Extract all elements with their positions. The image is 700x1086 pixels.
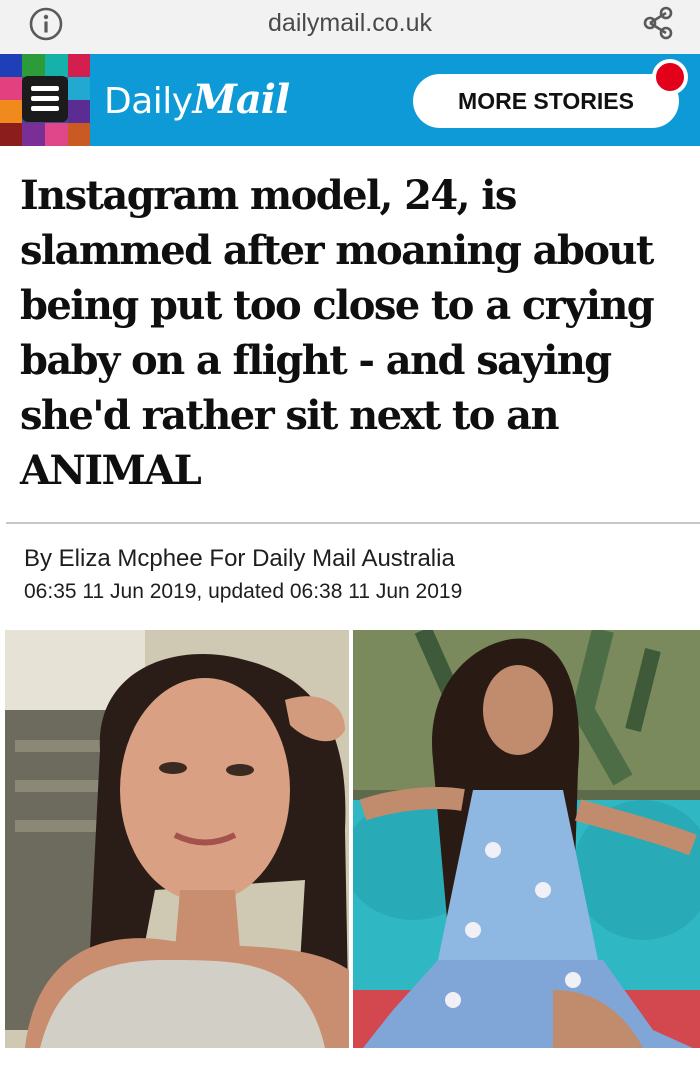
url-text[interactable]: dailymail.co.uk [0,9,700,38]
more-stories-button[interactable]: MORE STORIES [413,74,679,128]
article-byline: By Eliza Mcphee For Daily Mail Australia [24,545,455,572]
logo-daily: Daily [104,81,193,122]
daily-mail-logo[interactable]: DailyMail [104,76,291,126]
sitting-photo [353,630,700,1048]
notification-dot [652,59,688,95]
article-photo-right[interactable] [353,630,700,1048]
site-header: DailyMail MORE STORIES [0,54,700,146]
divider [6,522,700,524]
selfie-photo [5,630,349,1048]
article-headline: Instagram model, 24, is slammed after mo… [20,172,655,494]
menu-icon[interactable] [22,76,68,122]
share-icon[interactable] [639,4,677,42]
article-dateline: 06:35 11 Jun 2019, updated 06:38 11 Jun … [24,580,463,603]
article-photo-left[interactable] [5,630,349,1048]
logo-mail: Mail [192,76,291,123]
browser-url-bar: dailymail.co.uk [0,0,700,54]
